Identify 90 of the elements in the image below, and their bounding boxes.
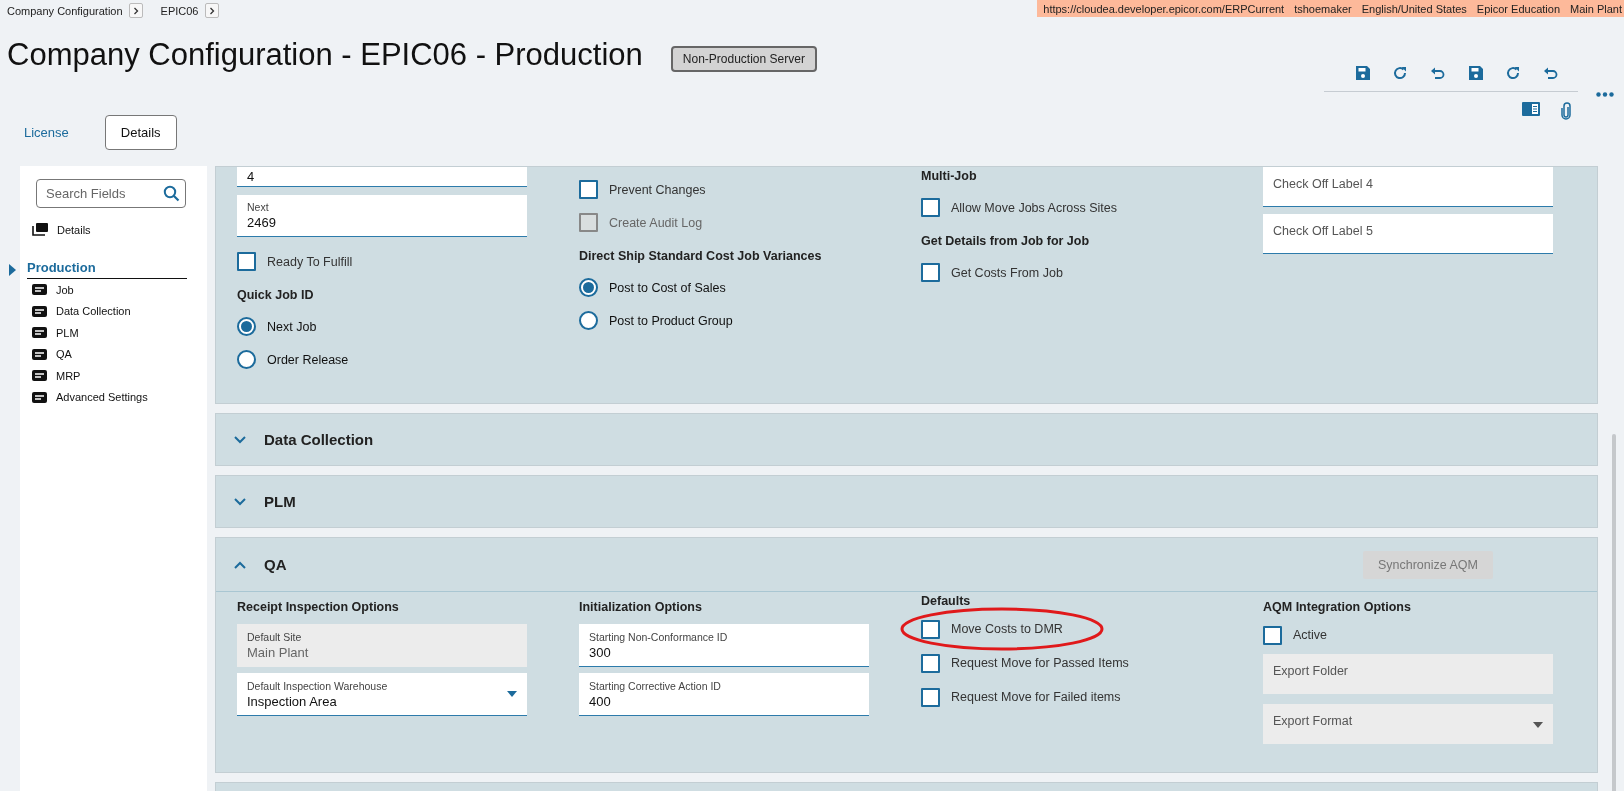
caret-icon[interactable] [507, 691, 517, 697]
scrollbar[interactable] [1612, 434, 1616, 791]
input-field[interactable]: Default Site Main Plant [237, 624, 527, 667]
input-field[interactable]: Next 2469 [237, 195, 527, 237]
breadcrumb-link[interactable]: Company Configuration [7, 4, 123, 17]
session-info: Main Plant [1570, 2, 1622, 15]
radio-label: Post to Product Group [609, 313, 733, 328]
server-badge: Non-Production Server [670, 46, 817, 72]
sidebar-item[interactable]: Data Collection [56, 305, 131, 318]
sidebar-item[interactable]: QA [56, 348, 72, 361]
group-heading: Get Details from Job for Job [921, 234, 1091, 248]
refresh-icon[interactable] [1392, 65, 1409, 81]
checkbox-label: Active [1293, 628, 1328, 642]
chevron-right-icon[interactable] [128, 3, 143, 18]
chevron-down-icon[interactable] [234, 497, 246, 506]
group-heading: Initialization Options [579, 600, 703, 614]
card-icon [32, 284, 47, 296]
group-heading: Quick Job ID [237, 288, 315, 302]
radio-label: Post to Cost of Sales [609, 280, 726, 295]
checkbox-label: Move Costs to DMR [951, 622, 1063, 636]
session-info: Epicor Education [1476, 2, 1560, 15]
radio-button[interactable] [237, 350, 256, 369]
undo-icon[interactable] [1430, 65, 1447, 81]
paperclip-icon[interactable] [1560, 102, 1572, 120]
group-heading: Multi-Job [921, 169, 978, 183]
checkbox-label: Allow Move Jobs Across Sites [951, 200, 1118, 215]
card-icon [32, 327, 47, 339]
sidebar-item[interactable]: Job [56, 283, 74, 296]
sidebar-item[interactable]: MRP [56, 369, 81, 382]
page-title: Company Configuration - EPIC06 - Production [7, 37, 643, 73]
input-field[interactable]: Check Off Label 5 [1263, 214, 1553, 254]
panel-title: Data Collection [264, 431, 374, 448]
tab[interactable]: Details [104, 114, 177, 150]
group-heading: Receipt Inspection Options [237, 600, 400, 614]
checkbox[interactable] [921, 653, 940, 673]
save-icon[interactable] [1467, 65, 1484, 81]
card-icon [32, 391, 47, 403]
undo-icon[interactable] [1543, 65, 1560, 81]
group-heading: AQM Integration Options [1263, 600, 1412, 614]
session-info: tshoemaker [1294, 2, 1352, 15]
group-heading: Defaults [921, 594, 972, 608]
radio-button[interactable] [579, 311, 598, 330]
input-field[interactable]: Starting Non-Conformance ID 300 [579, 624, 869, 667]
radio-label: Next Job [267, 319, 317, 334]
card-icon [32, 370, 47, 382]
checkbox[interactable] [1263, 625, 1282, 645]
checkbox-label: Get Costs From Job [951, 265, 1063, 280]
sidebar-item[interactable]: Details [57, 223, 91, 236]
radio-label: Order Release [267, 352, 349, 367]
breadcrumb-link[interactable]: EPIC06 [160, 4, 199, 17]
session-info: English/United States [1361, 2, 1467, 15]
pages-icon [32, 223, 48, 236]
checkbox-label: Request Move for Passed Items [951, 656, 1129, 670]
card-icon [32, 305, 47, 317]
chevron-right-icon[interactable] [204, 3, 219, 18]
input-field[interactable]: Check Off Label 4 [1263, 167, 1553, 207]
dropdown-field[interactable]: Export Format [1263, 704, 1553, 744]
checkbox[interactable] [921, 263, 940, 282]
chevron-down-icon[interactable] [234, 435, 246, 444]
caret-icon[interactable] [1533, 722, 1543, 728]
more-icon[interactable] [1596, 92, 1614, 97]
search-icon [163, 185, 180, 202]
search-field[interactable]: Search Fields [36, 179, 186, 208]
checkbox-label: Prevent Changes [609, 182, 706, 197]
checkbox[interactable] [921, 198, 940, 217]
card-icon [32, 348, 47, 360]
sidebar-item[interactable]: PLM [56, 326, 79, 339]
checkbox-label: Ready To Fulfill [267, 254, 353, 269]
group-heading: Direct Ship Standard Cost Job Variances [579, 249, 823, 263]
refresh-icon[interactable] [1505, 65, 1522, 81]
panel-title: QA [264, 556, 287, 573]
radio-button[interactable] [237, 317, 256, 336]
chevron-up-icon[interactable] [234, 560, 246, 569]
input-field[interactable]: Export Folder [1263, 654, 1553, 694]
panel-title: PLM [264, 493, 296, 510]
checkbox-label: Create Audit Log [609, 215, 703, 230]
radio-button[interactable] [579, 278, 598, 297]
input-field[interactable]: Starting Corrective Action ID 400 [579, 673, 869, 716]
input-field[interactable]: 4 [237, 167, 527, 187]
checkbox[interactable] [921, 687, 940, 707]
save-icon[interactable] [1354, 65, 1371, 81]
session-info: https://cloudea.developer.epicor.com/ERPCurrent [1043, 2, 1285, 15]
checkbox-label: Request Move for Failed items [951, 690, 1121, 704]
sidebar-section[interactable]: Production [27, 260, 187, 279]
tab[interactable]: License [24, 115, 69, 149]
sidebar-item[interactable]: Advanced Settings [56, 391, 148, 404]
checkbox[interactable] [237, 252, 256, 271]
checkbox[interactable] [579, 180, 598, 199]
dropdown-field[interactable]: Default Inspection Warehouse Inspection Area [237, 673, 527, 716]
checkbox[interactable] [921, 619, 940, 639]
